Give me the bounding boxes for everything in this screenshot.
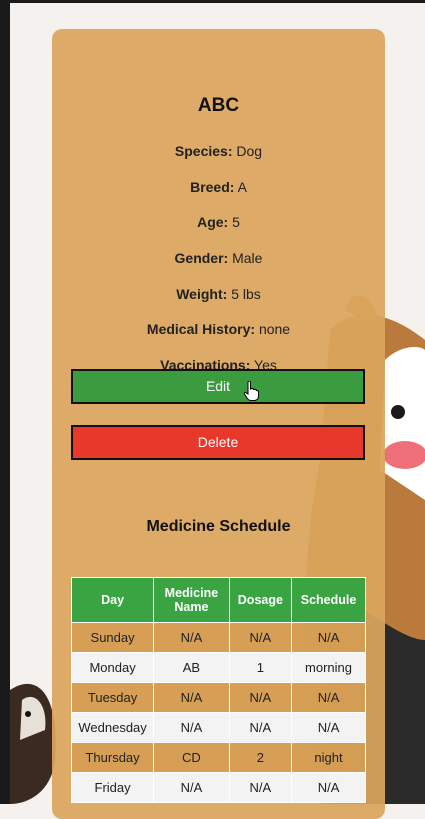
cell-schedule: N/A	[291, 682, 366, 713]
cell-dosage: N/A	[228, 682, 293, 713]
cell-dosage: N/A	[228, 712, 293, 743]
cell-schedule: N/A	[291, 772, 366, 803]
weight-label: Weight:	[176, 286, 228, 302]
cell-day: Wednesday	[70, 712, 155, 743]
cell-schedule: night	[291, 742, 366, 773]
cell-medicine: N/A	[153, 682, 230, 713]
breed-label: Breed:	[190, 179, 235, 195]
cell-day: Tuesday	[70, 682, 155, 713]
gender-row: Gender: Male	[52, 250, 385, 266]
cell-medicine: N/A	[153, 772, 230, 803]
species-row: Species: Dog	[52, 143, 385, 159]
window-left-edge	[0, 0, 10, 804]
table-row: Thursday CD 2 night	[70, 742, 366, 773]
table-row: Tuesday N/A N/A N/A	[70, 682, 366, 713]
cell-dosage: 1	[228, 652, 293, 683]
cell-day: Friday	[70, 772, 155, 803]
edit-button[interactable]: Edit	[71, 369, 365, 404]
cell-day: Sunday	[70, 622, 155, 653]
cell-schedule: morning	[291, 652, 366, 683]
breed-value: A	[237, 179, 247, 195]
gender-label: Gender:	[174, 250, 229, 266]
header-medicine-name: Medicine Name	[153, 577, 230, 623]
hand-cursor-icon	[243, 381, 259, 401]
cell-medicine: AB	[153, 652, 230, 683]
cell-dosage: N/A	[228, 772, 293, 803]
cell-schedule: N/A	[291, 622, 366, 653]
weight-row: Weight: 5 lbs	[52, 286, 385, 302]
medicine-schedule-heading: Medicine Schedule	[146, 518, 291, 535]
cell-dosage: 2	[228, 742, 293, 773]
table-row: Wednesday N/A N/A N/A	[70, 712, 366, 743]
cell-day: Monday	[70, 652, 155, 683]
cell-day: Thursday	[70, 742, 155, 773]
cell-dosage: N/A	[228, 622, 293, 653]
table-header-row: Day Medicine Name Dosage Schedule	[70, 577, 366, 623]
species-label: Species:	[174, 143, 233, 159]
species-value: Dog	[236, 143, 263, 159]
age-label: Age:	[197, 214, 229, 230]
cell-medicine: CD	[153, 742, 230, 773]
delete-button[interactable]: Delete	[71, 425, 365, 460]
header-dosage: Dosage	[228, 577, 293, 623]
age-value: 5	[232, 214, 240, 230]
header-schedule: Schedule	[291, 577, 366, 623]
table-row: Friday N/A N/A N/A	[70, 772, 366, 803]
age-row: Age: 5	[52, 214, 385, 230]
table-row: Monday AB 1 morning	[70, 652, 366, 683]
table-row: Sunday N/A N/A N/A	[70, 622, 366, 653]
cell-schedule: N/A	[291, 712, 366, 743]
pet-name-heading: ABC	[197, 95, 240, 116]
window-top-edge	[0, 0, 425, 3]
medical-history-label: Medical History:	[146, 321, 256, 337]
breed-row: Breed: A	[52, 179, 385, 195]
cell-medicine: N/A	[153, 712, 230, 743]
weight-value: 5 lbs	[231, 286, 261, 302]
cell-medicine: N/A	[153, 622, 230, 653]
header-day: Day	[70, 577, 155, 623]
gender-value: Male	[232, 250, 263, 266]
medical-history-value: none	[258, 321, 291, 337]
medicine-schedule-table: Day Medicine Name Dosage Schedule Sunday…	[70, 577, 366, 803]
medical-history-row: Medical History: none	[52, 321, 385, 337]
